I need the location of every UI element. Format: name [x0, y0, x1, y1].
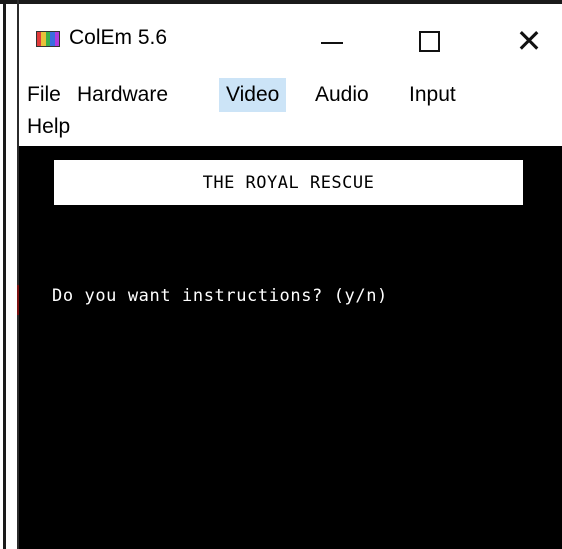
menu-file[interactable]: File — [21, 79, 67, 111]
menu-hardware[interactable]: Hardware — [71, 79, 174, 111]
menu-input[interactable]: Input — [403, 79, 462, 111]
menu-video[interactable]: Video — [219, 78, 287, 112]
menu-bar: File Hardware Video Audio Input Help — [19, 68, 562, 148]
close-button[interactable]: ✕ — [499, 18, 559, 64]
maximize-icon — [418, 30, 440, 52]
minimize-button[interactable] — [302, 18, 362, 64]
game-title-banner: THE ROYAL RESCUE — [54, 160, 523, 205]
colem-window: ColEm 5.6 ✕ File Hardware Video Audio In… — [19, 4, 562, 549]
window-title: ColEm 5.6 — [69, 26, 168, 49]
minimize-icon — [321, 42, 343, 44]
menu-audio[interactable]: Audio — [309, 79, 375, 111]
title-bar[interactable]: ColEm 5.6 ✕ — [19, 4, 562, 68]
colem-app-icon[interactable] — [36, 31, 60, 47]
close-icon: ✕ — [515, 22, 543, 60]
background-window-edge-left — [3, 0, 6, 549]
emulator-screen[interactable]: THE ROYAL RESCUE Do you want instruction… — [19, 146, 562, 549]
maximize-button[interactable] — [399, 18, 459, 64]
instructions-prompt: Do you want instructions? (y/n) — [52, 286, 388, 306]
menu-help[interactable]: Help — [21, 111, 76, 143]
